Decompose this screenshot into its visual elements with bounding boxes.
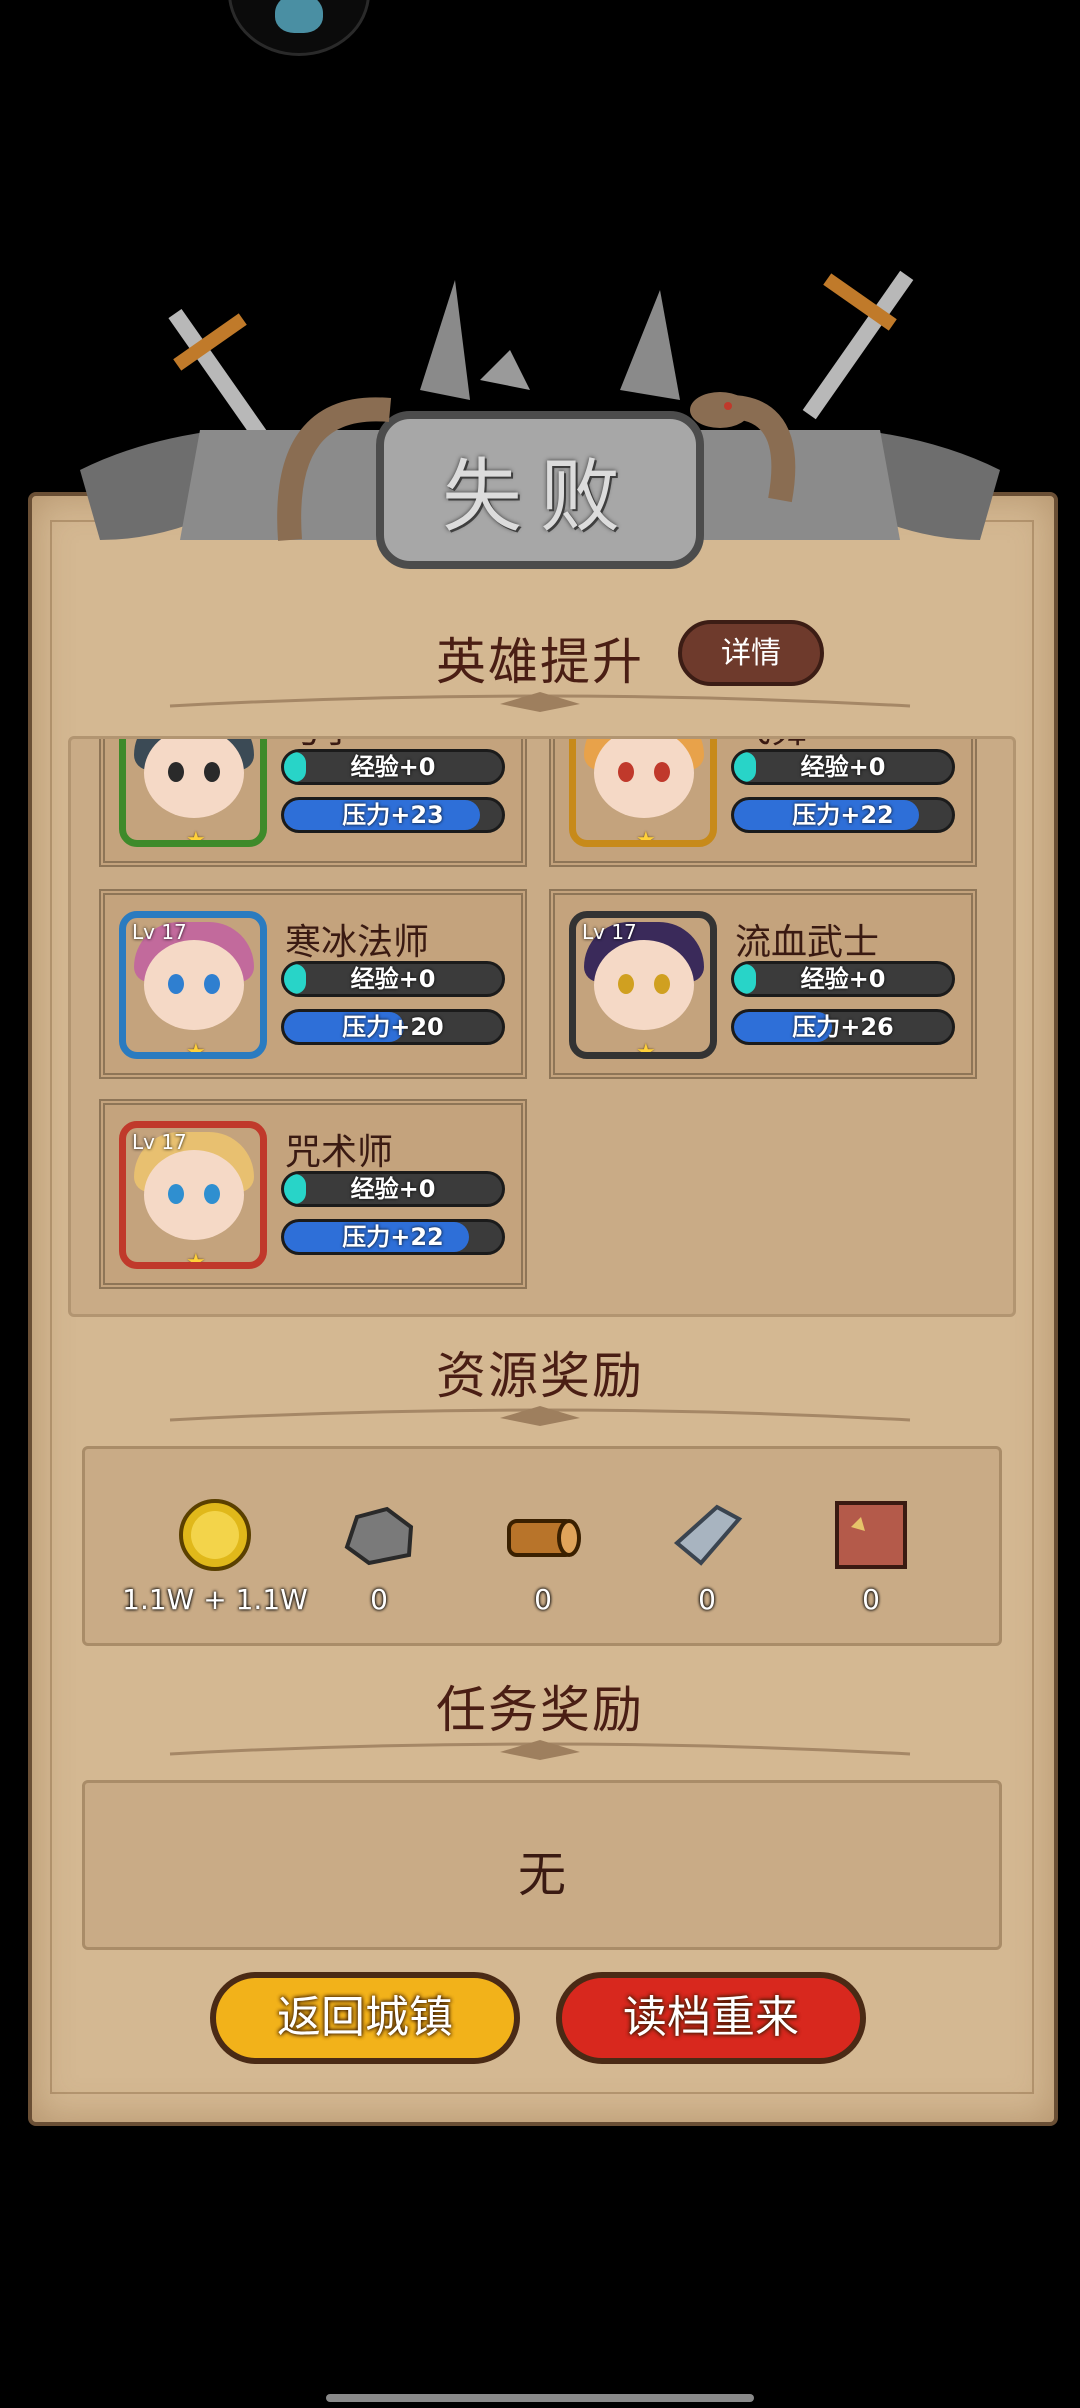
hero-name: 寒冰法师 [285, 922, 430, 963]
hero-section-title: 英雄提升 [436, 633, 644, 691]
pressure-bar: 压力+22 [281, 1219, 505, 1255]
hero-card[interactable]: Lv 17 ★ 咒术师 经验+0 压力+22 [99, 1099, 527, 1289]
star-icon: ★ [636, 828, 656, 847]
hero-name: 流血武士 [735, 922, 880, 963]
resource-reward-box: 1.1W + 1.1W 0 0 0 0 [82, 1446, 1002, 1646]
pressure-text: 压力+22 [342, 1223, 444, 1251]
hero-portrait: Lv 17 ★ [569, 911, 717, 1059]
star-icon: ★ [186, 1250, 206, 1269]
exp-text: 经验+0 [800, 753, 886, 781]
exp-bar: 经验+0 [281, 961, 505, 997]
exp-text: 经验+0 [350, 1175, 436, 1203]
reload-save-button[interactable]: 读档重来 [556, 1972, 866, 2064]
right-sword-icon [802, 270, 914, 420]
hero-card[interactable]: Lv 17 ★ 流血武士 经验+0 压力+26 [549, 889, 977, 1079]
exp-bar: 经验+0 [281, 749, 505, 785]
ornament-divider [169, 1740, 911, 1760]
star-icon: ★ [636, 1040, 656, 1059]
pressure-text: 压力+23 [342, 801, 444, 829]
defeat-title: 失败 [442, 450, 638, 543]
ornament-divider [169, 1406, 911, 1426]
hero-card[interactable]: ★弓手经验+0压力+23 [99, 739, 527, 867]
home-indicator[interactable] [326, 2394, 754, 2402]
resource-leather: 0 [791, 1449, 951, 1643]
hero-name: 咒术师 [285, 1132, 394, 1173]
pressure-bar: 压力+20 [281, 1009, 505, 1045]
hero-level: Lv 17 [132, 920, 187, 944]
exp-text: 经验+0 [350, 753, 436, 781]
hero-portrait: Lv 17 ★ [119, 1121, 267, 1269]
detail-button[interactable]: 详情 [678, 620, 824, 686]
task-section-title: 任务奖励 [436, 1681, 644, 1739]
pressure-bar: 压力+26 [731, 1009, 955, 1045]
stone-icon [344, 1506, 414, 1566]
hero-list[interactable]: ★弓手经验+0压力+23★飞舞经验+0压力+22Lv 17★寒冰法师经验+0压力… [68, 736, 1016, 1317]
exp-text: 经验+0 [350, 965, 436, 993]
star-icon: ★ [186, 828, 206, 847]
exp-bar: 经验+0 [731, 749, 955, 785]
iron-ingot-icon [673, 1504, 743, 1566]
top-avatar-icon[interactable] [228, 0, 370, 56]
pressure-bar: 压力+22 [731, 797, 955, 833]
hero-portrait: Lv 17 ★ [119, 911, 267, 1059]
exp-bar: 经验+0 [731, 961, 955, 997]
hero-portrait: ★ [119, 739, 267, 847]
wood-log-icon [507, 1519, 581, 1557]
hero-portrait: ★ [569, 739, 717, 847]
gold-coin-icon [179, 1499, 251, 1571]
pressure-text: 压力+22 [792, 801, 894, 829]
hero-card[interactable]: ★飞舞经验+0压力+22 [549, 739, 977, 867]
exp-bar: 经验+0 [281, 1171, 505, 1207]
return-town-button[interactable]: 返回城镇 [210, 1972, 520, 2064]
task-empty-text: 无 [517, 1847, 566, 1903]
pressure-text: 压力+20 [342, 1013, 444, 1041]
star-icon: ★ [186, 1040, 206, 1059]
hero-level: Lv 17 [132, 1130, 187, 1154]
hero-level: Lv 17 [582, 920, 637, 944]
resource-section-title: 资源奖励 [436, 1347, 644, 1405]
pressure-text: 压力+26 [792, 1013, 894, 1041]
pressure-bar: 压力+23 [281, 797, 505, 833]
leather-icon [835, 1501, 907, 1569]
ornament-divider [169, 692, 911, 712]
resource-value: 0 [862, 1583, 880, 1616]
task-reward-box: 无 [82, 1780, 1002, 1950]
hero-card[interactable]: Lv 17 ★ 寒冰法师 经验+0 压力+20 [99, 889, 527, 1079]
left-sword-icon [168, 308, 268, 442]
exp-text: 经验+0 [800, 965, 886, 993]
